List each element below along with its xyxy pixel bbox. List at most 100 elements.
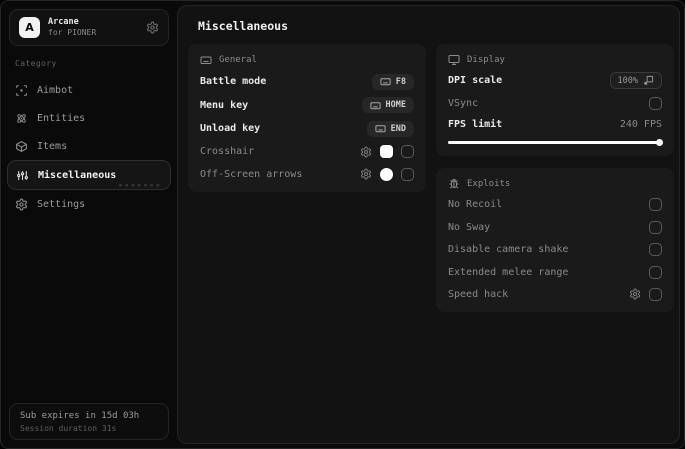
- keyboard-icon: [375, 123, 386, 134]
- fps-slider-fill: [448, 139, 663, 146]
- sidebar-item-settings[interactable]: Settings: [1, 190, 177, 218]
- extended-melee-range-checkbox[interactable]: [649, 265, 662, 279]
- sub-expiry-text: Sub expires in 15d 03h: [20, 411, 140, 421]
- speed-hack-checkbox[interactable]: [649, 287, 662, 301]
- sidebar-item-aimbot[interactable]: Aimbot: [1, 76, 177, 104]
- exploits-card-header: Exploits: [448, 178, 662, 190]
- offscreen-arrows-controls: [360, 167, 414, 181]
- setting-row-disable-camera-shake: Disable camera shake: [448, 242, 662, 257]
- setting-row-vsync: VSync: [448, 96, 662, 111]
- crosshair-color-swatch[interactable]: [380, 145, 393, 159]
- menu-key-keybind[interactable]: HOME: [361, 97, 414, 114]
- no-sway-label: No Sway: [448, 221, 491, 233]
- page-title: Miscellaneous: [198, 19, 289, 33]
- setting-row-speed-hack: Speed hack: [448, 287, 662, 302]
- display-card: Display DPI scale 100% VSync FPS limit 2…: [436, 44, 674, 156]
- offscreen-arrows-label: Off-Screen arrows: [200, 168, 303, 180]
- sidebar-item-entities[interactable]: Entities: [1, 104, 177, 132]
- box-icon: [15, 140, 28, 153]
- setting-row-crosshair: Crosshair: [200, 144, 414, 159]
- crosshair-settings-gear-icon[interactable]: [360, 146, 372, 158]
- sidebar-item-miscellaneous[interactable]: Miscellaneous ▪▪▪▪▪▪▪: [7, 160, 171, 190]
- app-name: Arcane: [48, 17, 79, 28]
- scale-icon: [643, 75, 654, 86]
- sidebar-item-label: Aimbot: [37, 84, 74, 96]
- crosshair-checkbox[interactable]: [401, 145, 414, 159]
- sidebar: A Arcane for PIONER Category Aimbot Enti…: [1, 1, 177, 448]
- sidebar-item-label: Miscellaneous: [38, 169, 117, 181]
- dpi-scale-select[interactable]: 100%: [609, 72, 662, 90]
- no-recoil-checkbox[interactable]: [649, 198, 662, 212]
- general-card: General Battle mode F8 Menu key HOME Unl…: [188, 44, 426, 192]
- general-card-header: General: [200, 54, 414, 66]
- speed-hack-label: Speed hack: [448, 288, 509, 300]
- keyboard-icon: [200, 54, 212, 66]
- speed-hack-controls: [629, 287, 662, 301]
- sidebar-nav: Aimbot Entities Items Miscellaneous ▪▪▪▪…: [1, 76, 177, 218]
- keyboard-icon: [369, 100, 381, 111]
- unload-key-keybind[interactable]: END: [366, 120, 414, 137]
- no-recoil-label: No Recoil: [448, 199, 503, 211]
- setting-row-fps-limit: FPS limit 240 FPS: [448, 117, 662, 132]
- offscreen-arrows-color-swatch[interactable]: [380, 167, 393, 181]
- display-card-header: Display: [448, 54, 662, 66]
- menu-key-label: Menu key: [200, 99, 249, 111]
- fps-slider-thumb[interactable]: [656, 139, 663, 146]
- app-logo: A: [19, 17, 40, 38]
- bug-icon: [448, 178, 460, 190]
- sidebar-item-label: Items: [37, 140, 68, 152]
- setting-row-dpi-scale: DPI scale 100%: [448, 72, 662, 90]
- battle-mode-key: F8: [395, 76, 406, 87]
- atom-icon: [15, 112, 28, 125]
- fps-limit-label: FPS limit: [448, 118, 503, 130]
- battle-mode-label: Battle mode: [200, 76, 267, 88]
- no-sway-checkbox[interactable]: [649, 220, 662, 234]
- exploits-card: Exploits No Recoil No Sway Disable camer…: [436, 168, 674, 312]
- vsync-label: VSync: [448, 97, 479, 109]
- brand-text: Arcane for PIONER: [48, 17, 138, 38]
- vsync-checkbox[interactable]: [649, 96, 662, 110]
- unload-key-key: END: [390, 123, 406, 134]
- setting-row-unload-key: Unload key END: [200, 120, 414, 137]
- app-window: A Arcane for PIONER Category Aimbot Enti…: [0, 0, 685, 449]
- session-card: Sub expires in 15d 03h Session duration …: [9, 403, 169, 440]
- display-header-label: Display: [467, 55, 505, 65]
- dpi-scale-label: DPI scale: [448, 75, 503, 87]
- sidebar-item-items[interactable]: Items: [1, 132, 177, 160]
- scan-icon: [15, 84, 28, 97]
- sidebar-item-label: Settings: [37, 198, 86, 210]
- sliders-icon: [16, 169, 29, 182]
- offscreen-arrows-settings-gear-icon[interactable]: [360, 168, 372, 180]
- offscreen-arrows-checkbox[interactable]: [401, 167, 414, 181]
- setting-row-menu-key: Menu key HOME: [200, 97, 414, 114]
- setting-row-no-sway: No Sway: [448, 220, 662, 235]
- exploits-header-label: Exploits: [467, 179, 511, 189]
- fps-limit-value: 240 FPS: [619, 118, 662, 130]
- category-label: Category: [15, 59, 57, 68]
- setting-row-battle-mode: Battle mode F8: [200, 73, 414, 90]
- watermark-dots: ▪▪▪▪▪▪▪: [118, 181, 162, 189]
- main-panel: Miscellaneous General Battle mode F8 Men…: [177, 5, 680, 444]
- brand-card: A Arcane for PIONER: [9, 9, 169, 46]
- dpi-scale-value: 100%: [617, 75, 638, 86]
- gear-icon: [15, 198, 28, 211]
- speed-hack-settings-gear-icon[interactable]: [629, 288, 641, 300]
- fps-limit-slider[interactable]: [448, 139, 663, 146]
- setting-row-extended-melee-range: Extended melee range: [448, 265, 662, 280]
- monitor-icon: [448, 54, 460, 66]
- battle-mode-keybind[interactable]: F8: [371, 73, 414, 90]
- app-subtitle: for PIONER: [48, 27, 97, 37]
- extended-melee-range-label: Extended melee range: [448, 266, 569, 278]
- disable-camera-shake-checkbox[interactable]: [649, 243, 662, 257]
- general-header-label: General: [219, 55, 257, 65]
- disable-camera-shake-label: Disable camera shake: [448, 244, 569, 256]
- crosshair-controls: [360, 145, 414, 159]
- setting-row-no-recoil: No Recoil: [448, 197, 662, 212]
- header-settings-icon[interactable]: [146, 21, 159, 34]
- crosshair-label: Crosshair: [200, 146, 255, 158]
- keyboard-icon: [380, 76, 391, 87]
- sidebar-item-label: Entities: [37, 112, 86, 124]
- setting-row-offscreen-arrows: Off-Screen arrows: [200, 167, 414, 182]
- session-duration-text: Session duration 31s: [20, 424, 117, 433]
- menu-key-key: HOME: [385, 100, 406, 111]
